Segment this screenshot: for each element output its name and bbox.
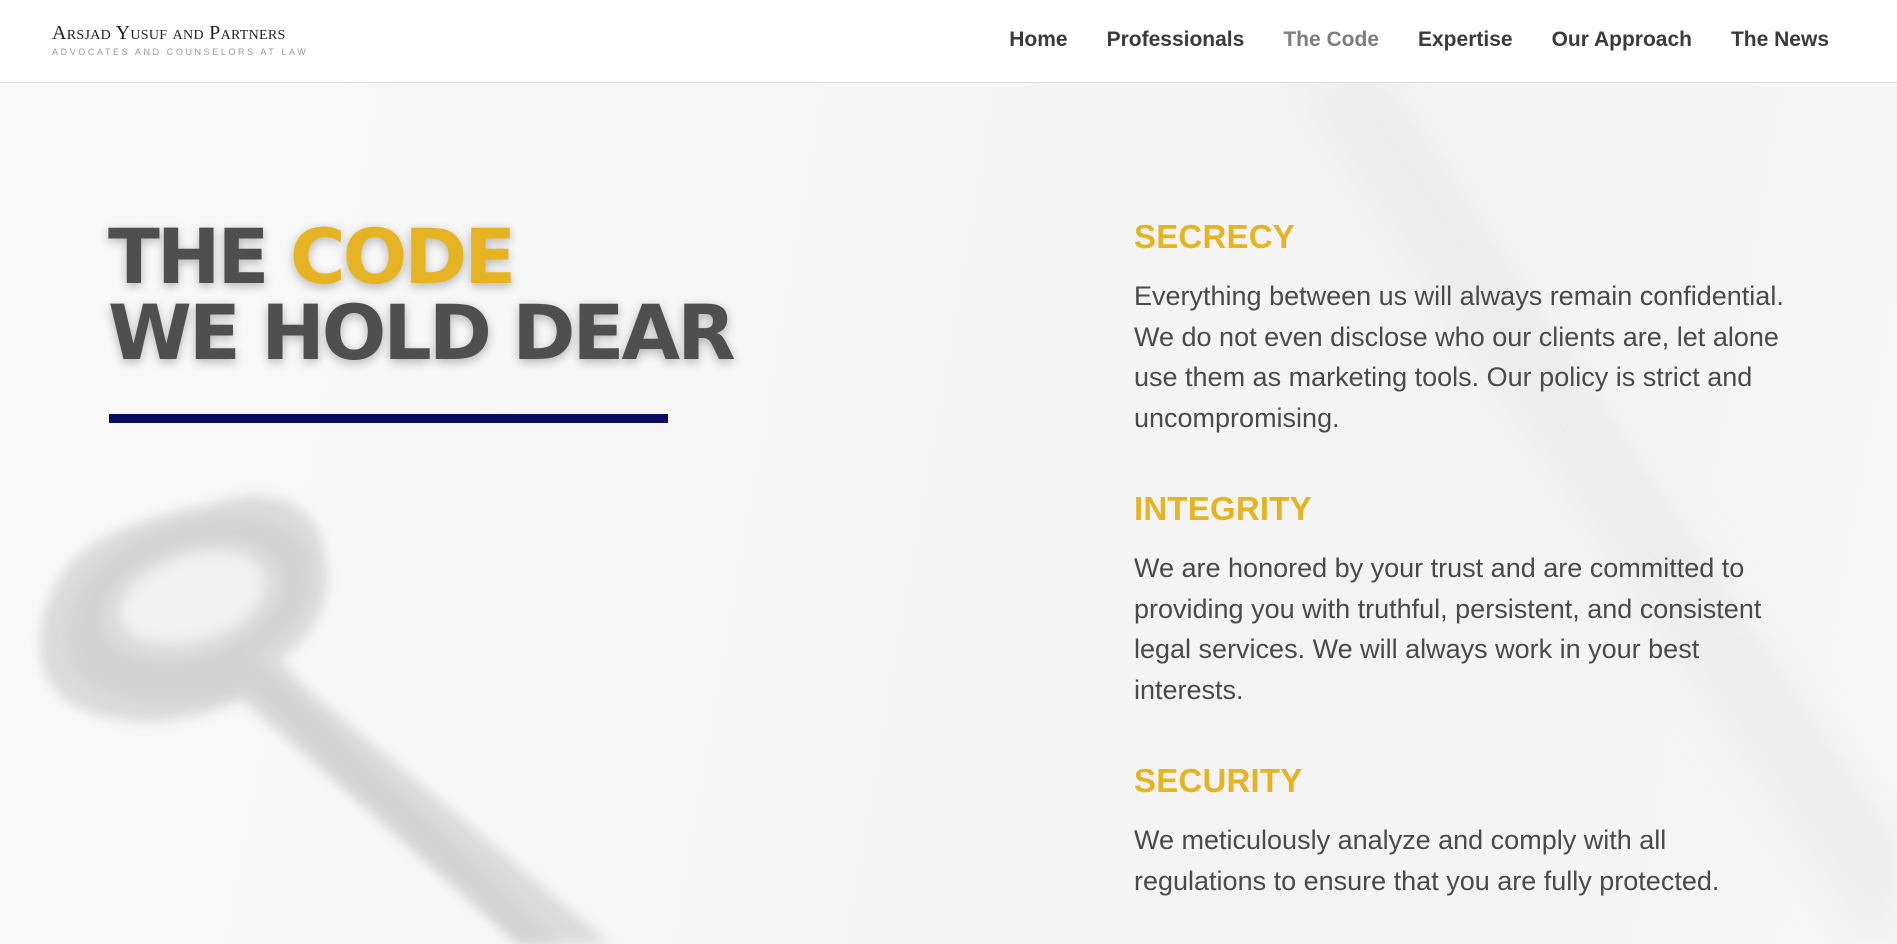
nav-item-the-news[interactable]: The News bbox=[1731, 28, 1829, 52]
value-description: We meticulously analyze and comply with … bbox=[1134, 825, 1720, 896]
headline-line-2: WE HOLD DEAR bbox=[108, 288, 736, 377]
nav-item-our-approach[interactable]: Our Approach bbox=[1552, 28, 1692, 52]
values-list: SECRECY Everything between us will alway… bbox=[1134, 218, 1814, 944]
value-description: Everything between us will always remain… bbox=[1134, 281, 1784, 433]
main-nav: Home Professionals The Code Expertise Ou… bbox=[970, 28, 1829, 52]
value-security: SECURITY We meticulously analyze and com… bbox=[1134, 762, 1814, 901]
nav-item-expertise[interactable]: Expertise bbox=[1418, 28, 1513, 52]
value-description: We are honored by your trust and are com… bbox=[1134, 553, 1762, 705]
site-logo[interactable]: Arsjad Yusuf and Partners ADVOCATES AND … bbox=[52, 22, 308, 57]
page-headline: THE CODE WE HOLD DEAR bbox=[108, 219, 736, 377]
site-header: Arsjad Yusuf and Partners ADVOCATES AND … bbox=[0, 0, 1897, 83]
headline-line-1: THE CODE bbox=[108, 219, 733, 295]
value-title: SECURITY bbox=[1134, 762, 1303, 799]
logo-firm-name: Arsjad Yusuf and Partners bbox=[52, 22, 286, 44]
value-integrity: INTEGRITY We are honored by your trust a… bbox=[1134, 490, 1814, 710]
value-title: INTEGRITY bbox=[1134, 490, 1312, 527]
logo-tagline: ADVOCATES AND COUNSELORS AT LAW bbox=[52, 47, 309, 57]
nav-item-home[interactable]: Home bbox=[1009, 28, 1067, 52]
headline-divider bbox=[109, 414, 668, 423]
hero-section: THE CODE WE HOLD DEAR SECRECY Everything… bbox=[0, 83, 1897, 944]
value-secrecy: SECRECY Everything between us will alway… bbox=[1134, 218, 1814, 438]
nav-item-the-code[interactable]: The Code bbox=[1283, 28, 1379, 52]
value-title: SECRECY bbox=[1134, 218, 1295, 255]
nav-item-professionals[interactable]: Professionals bbox=[1107, 28, 1245, 52]
